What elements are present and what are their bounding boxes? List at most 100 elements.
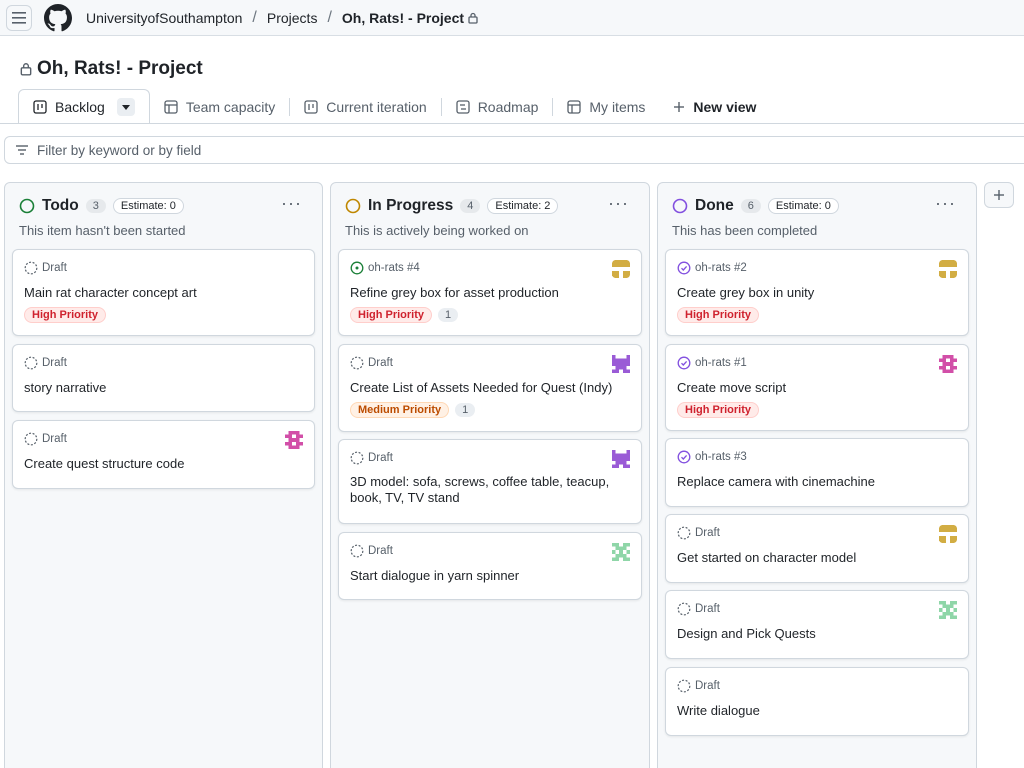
- column-more-button[interactable]: ···: [608, 193, 629, 214]
- card[interactable]: Draft Get started on character model: [665, 514, 969, 583]
- avatar[interactable]: [939, 260, 957, 278]
- column-header: In Progress 4 Estimate: 2: [345, 197, 559, 215]
- estimate-badge: 1: [438, 308, 459, 322]
- tab-current-iteration[interactable]: Current iteration: [290, 90, 440, 124]
- card-title[interactable]: Create grey box in unity: [677, 285, 948, 301]
- avatar[interactable]: [939, 601, 957, 619]
- column-estimate: Estimate: 0: [112, 198, 184, 214]
- tab-roadmap[interactable]: Roadmap: [442, 90, 553, 124]
- draft-icon: [677, 679, 691, 693]
- draft-icon: [24, 261, 38, 275]
- card[interactable]: Draft Write dialogue: [665, 667, 969, 736]
- card[interactable]: Draft Create List of Assets Needed for Q…: [338, 344, 642, 432]
- avatar[interactable]: [612, 450, 630, 468]
- status-done-icon: [672, 198, 688, 214]
- column-header: Done 6 Estimate: 0: [672, 197, 839, 215]
- card[interactable]: Draft Create quest structure code: [12, 420, 315, 489]
- breadcrumb: UniversityofSouthampton / Projects / Oh,…: [86, 9, 478, 27]
- draft-icon: [24, 356, 38, 370]
- view-tabs: Backlog Team capacity Current iteration …: [18, 89, 1024, 124]
- closed-issue-icon: [677, 450, 691, 464]
- column-title: Done: [695, 197, 734, 214]
- column-estimate: Estimate: 2: [487, 198, 559, 214]
- priority-badge: High Priority: [350, 307, 433, 323]
- card-title[interactable]: Create List of Assets Needed for Quest (…: [350, 380, 621, 396]
- card-title[interactable]: Main rat character concept art: [24, 285, 294, 301]
- breadcrumb-projects[interactable]: Projects: [267, 10, 318, 26]
- column-count: 6: [740, 199, 761, 213]
- card-title[interactable]: Start dialogue in yarn spinner: [350, 568, 621, 584]
- plus-icon: [674, 102, 685, 112]
- card-title[interactable]: Refine grey box for asset production: [350, 285, 621, 301]
- priority-badge: High Priority: [24, 307, 107, 323]
- draft-icon: [677, 602, 691, 616]
- breadcrumb-org[interactable]: UniversityofSouthampton: [86, 10, 242, 26]
- card[interactable]: Draft story narrative: [12, 344, 315, 412]
- card[interactable]: oh-rats #2 Create grey box in unity High…: [665, 249, 969, 336]
- column-title: Todo: [42, 197, 79, 214]
- card-title[interactable]: Create move script: [677, 380, 948, 396]
- page-title: Oh, Rats! - Project: [37, 58, 203, 79]
- closed-issue-icon: [677, 356, 691, 370]
- column-more-button[interactable]: ···: [281, 193, 302, 214]
- tab-my-items[interactable]: My items: [553, 90, 659, 124]
- card[interactable]: Draft 3D model: sofa, screws, coffee tab…: [338, 439, 642, 524]
- avatar[interactable]: [612, 260, 630, 278]
- card[interactable]: Draft Start dialogue in yarn spinner: [338, 532, 642, 600]
- closed-issue-icon: [677, 261, 691, 275]
- board-icon: [304, 100, 318, 114]
- card-title[interactable]: Create quest structure code: [24, 456, 294, 472]
- card[interactable]: Draft Design and Pick Quests: [665, 590, 969, 659]
- lock-icon: [468, 12, 478, 24]
- card-title[interactable]: 3D model: sofa, screws, coffee table, te…: [350, 474, 621, 506]
- draft-icon: [350, 544, 364, 558]
- estimate-badge: 1: [455, 403, 476, 417]
- page-title-row: Oh, Rats! - Project: [20, 58, 203, 80]
- card[interactable]: oh-rats #1 Create move script High Prior…: [665, 344, 969, 431]
- github-logo-icon[interactable]: [44, 3, 72, 32]
- card-title[interactable]: Write dialogue: [677, 703, 948, 719]
- open-issue-icon: [350, 261, 364, 275]
- column-count: 3: [85, 199, 106, 213]
- draft-icon: [350, 356, 364, 370]
- add-column-button[interactable]: [984, 182, 1014, 208]
- board-icon: [33, 100, 47, 114]
- top-bar: UniversityofSouthampton / Projects / Oh,…: [0, 0, 1024, 36]
- roadmap-icon: [456, 100, 470, 114]
- priority-badge: High Priority: [677, 307, 760, 323]
- avatar[interactable]: [939, 525, 957, 543]
- filter-input[interactable]: Filter by keyword or by field: [4, 136, 1024, 164]
- column-count: 4: [460, 199, 481, 213]
- tab-backlog[interactable]: Backlog: [18, 89, 150, 124]
- card-title[interactable]: Get started on character model: [677, 550, 948, 566]
- lock-icon: [20, 63, 32, 76]
- priority-badge: Medium Priority: [350, 402, 450, 418]
- card-title[interactable]: story narrative: [24, 380, 294, 396]
- column-description: This is actively being worked on: [345, 223, 529, 238]
- hamburger-icon: [12, 11, 26, 24]
- avatar[interactable]: [939, 355, 957, 373]
- column-more-button[interactable]: ···: [935, 193, 956, 214]
- draft-icon: [24, 432, 38, 446]
- status-in-progress-icon: [345, 198, 361, 214]
- new-view-button[interactable]: New view: [659, 90, 770, 124]
- tab-team-capacity[interactable]: Team capacity: [150, 90, 289, 124]
- draft-icon: [350, 451, 364, 465]
- avatar[interactable]: [285, 431, 303, 449]
- tab-options-dropdown[interactable]: [116, 98, 135, 116]
- card[interactable]: oh-rats #3 Replace camera with cinemachi…: [665, 438, 969, 507]
- card-title[interactable]: Replace camera with cinemachine: [677, 474, 948, 490]
- hamburger-menu-button[interactable]: [6, 4, 32, 31]
- avatar[interactable]: [612, 543, 630, 561]
- table-icon: [164, 100, 178, 114]
- card-title[interactable]: Design and Pick Quests: [677, 626, 948, 642]
- column-todo: Todo 3 Estimate: 0 ··· This item hasn't …: [4, 182, 323, 768]
- column-header: Todo 3 Estimate: 0: [19, 197, 184, 215]
- card[interactable]: Draft Main rat character concept art Hig…: [12, 249, 315, 336]
- breadcrumb-project[interactable]: Oh, Rats! - Project: [342, 10, 464, 26]
- avatar[interactable]: [612, 355, 630, 373]
- caret-down-icon: [121, 104, 130, 110]
- column-description: This item hasn't been started: [19, 223, 186, 238]
- column-estimate: Estimate: 0: [767, 198, 839, 214]
- card[interactable]: oh-rats #4 Refine grey box for asset pro…: [338, 249, 642, 336]
